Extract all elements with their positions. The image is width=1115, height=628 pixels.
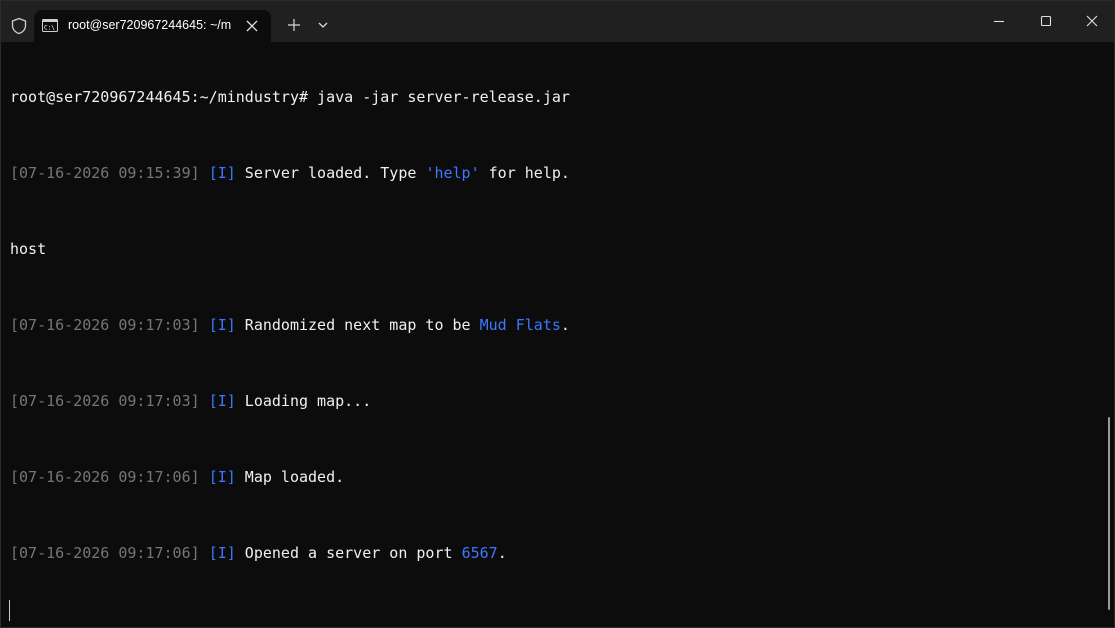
- plus-icon[interactable]: [286, 17, 302, 33]
- log-highlight: Mud Flats: [479, 316, 561, 334]
- log-level: [I]: [208, 544, 236, 562]
- terminal-window: C:\ root@ser720967244645: ~/m root@ser72…: [0, 0, 1115, 628]
- log-level: [I]: [208, 164, 236, 182]
- log-timestamp: [07-16-2026 09:17:06]: [10, 544, 200, 562]
- input-line: host: [10, 240, 47, 258]
- maximize-icon[interactable]: [1038, 13, 1054, 29]
- close-icon[interactable]: [244, 18, 260, 34]
- terminal-icon: C:\: [42, 19, 58, 32]
- log-text-end: for help.: [479, 164, 570, 182]
- log-text: Randomized next map to be: [235, 316, 480, 334]
- minimize-icon[interactable]: [991, 13, 1007, 29]
- tab-title: root@ser720967244645: ~/m: [68, 18, 232, 32]
- log-level: [I]: [208, 316, 236, 334]
- log-line: [07-16-2026 09:17:03] [I] Loading map...: [10, 392, 570, 411]
- log-text: Server loaded. Type: [235, 164, 426, 182]
- text-cursor: [9, 600, 10, 621]
- prompt-line: root@ser720967244645:~/mindustry# java -…: [10, 88, 570, 106]
- scrollbar-thumb[interactable]: [1108, 417, 1110, 610]
- log-text-end: .: [560, 316, 570, 334]
- tab-terminal[interactable]: C:\ root@ser720967244645: ~/m: [34, 10, 271, 42]
- log-line: [07-16-2026 09:17:06] [I] Opened a serve…: [10, 544, 570, 563]
- log-highlight: 6567: [461, 544, 498, 562]
- log-text: Loading map...: [235, 392, 372, 410]
- log-level: [I]: [208, 392, 236, 410]
- terminal-lines: root@ser720967244645:~/mindustry# java -…: [10, 50, 570, 601]
- log-timestamp: [07-16-2026 09:17:03]: [10, 316, 200, 334]
- log-timestamp: [07-16-2026 09:15:39]: [10, 164, 200, 182]
- log-level: [I]: [208, 468, 236, 486]
- log-timestamp: [07-16-2026 09:17:06]: [10, 468, 200, 486]
- log-text: Opened a server on port: [235, 544, 462, 562]
- log-line: [07-16-2026 09:17:06] [I] Map loaded.: [10, 468, 570, 487]
- log-highlight: 'help': [425, 164, 480, 182]
- terminal-output[interactable]: root@ser720967244645:~/mindustry# java -…: [1, 42, 1114, 627]
- svg-text:C:\: C:\: [44, 25, 55, 32]
- log-text: Map loaded.: [235, 468, 345, 486]
- log-text-end: .: [497, 544, 507, 562]
- chevron-down-icon[interactable]: [316, 19, 330, 31]
- title-bar[interactable]: C:\ root@ser720967244645: ~/m: [1, 1, 1114, 42]
- close-icon[interactable]: [1084, 13, 1100, 29]
- log-line: [07-16-2026 09:17:03] [I] Randomized nex…: [10, 316, 570, 335]
- log-line: [07-16-2026 09:15:39] [I] Server loaded.…: [10, 164, 570, 183]
- shield-icon[interactable]: [10, 17, 28, 35]
- log-timestamp: [07-16-2026 09:17:03]: [10, 392, 200, 410]
